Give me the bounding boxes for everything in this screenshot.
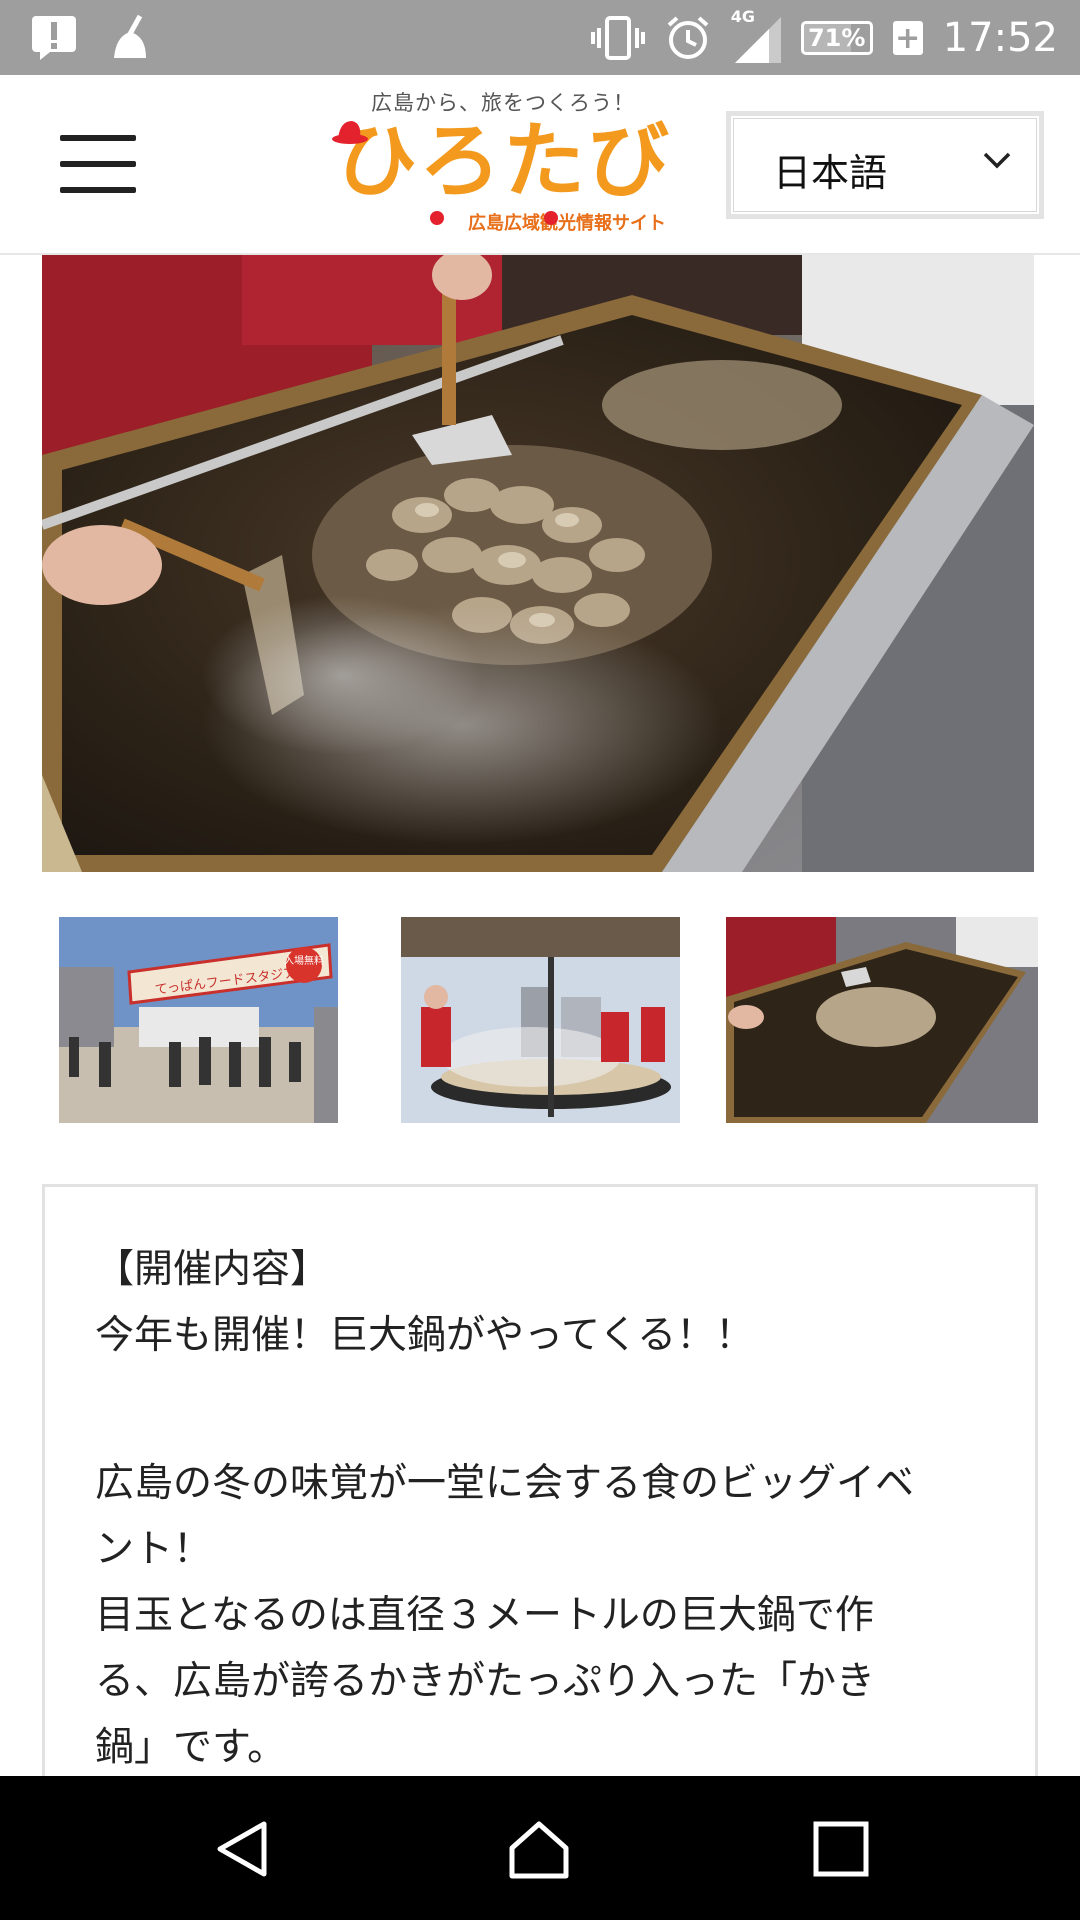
alarm-icon (667, 16, 709, 59)
logo-tagline: 広島から、旅をつくろう！ (371, 91, 635, 115)
site-header: 広島から、旅をつくろう！ ひろたび 広島広域観光情報サイト 日本語 (0, 75, 1080, 255)
logo-subtitle: 広島広域観光情報サイト (468, 213, 666, 234)
description-line: ント！ (95, 1527, 213, 1572)
battery-icon: 71% (800, 21, 873, 55)
thumbnail-giant-pot[interactable] (401, 917, 680, 1123)
system-nav-bar (0, 1776, 1080, 1920)
language-selected-value: 日本語 (773, 151, 888, 195)
clock-time: 17:52 (942, 15, 1058, 61)
charging-plus-icon: + (892, 21, 923, 56)
signal-icon: 4G (731, 7, 781, 63)
section-heading: 【開催内容】 (95, 1247, 330, 1292)
site-logo[interactable]: 広島から、旅をつくろう！ ひろたび 広島広域観光情報サイト (318, 83, 688, 243)
alert-icon (32, 16, 76, 60)
cleaner-icon (114, 14, 146, 58)
back-icon[interactable] (212, 1818, 274, 1880)
description-line: 目玉となるのは直径３メートルの巨大鍋で作 (95, 1593, 874, 1638)
description-line: る、広島が誇るかきがたっぷり入った「かき (95, 1659, 876, 1704)
event-description-card: 【開催内容】 今年も開催！巨大鍋がやってくる！！ 広島の冬の味覚が一堂に会する食… (42, 1184, 1038, 1784)
recents-icon[interactable] (810, 1818, 872, 1880)
thumbnail-event-entrance[interactable]: てっぱんフードスタジアム 入場無料 (59, 917, 338, 1123)
description-line: 広島の冬の味覚が一堂に会する食のビッグイベ (95, 1461, 915, 1506)
logo-accent-dot (544, 211, 558, 225)
status-bar: 4G 71% + 17:52 (0, 0, 1080, 75)
logo-accent-dot (430, 211, 444, 225)
description-line: 今年も開催！巨大鍋がやってくる！！ (95, 1313, 755, 1358)
hamburger-icon[interactable] (60, 135, 136, 195)
description-line: 鍋」です。 (95, 1725, 287, 1770)
hat-icon (332, 121, 368, 144)
main-event-photo (42, 255, 1034, 872)
battery-percent: 71% (807, 24, 866, 52)
home-icon[interactable] (508, 1818, 570, 1880)
language-select[interactable]: 日本語 (726, 111, 1044, 219)
thumbnail-banner-badge: 入場無料 (284, 954, 324, 967)
vibrate-icon (590, 16, 645, 60)
chevron-down-icon (983, 152, 1011, 169)
thumbnail-oyster-griddle[interactable] (726, 917, 1038, 1123)
logo-wordmark: ひろたび (334, 114, 671, 209)
